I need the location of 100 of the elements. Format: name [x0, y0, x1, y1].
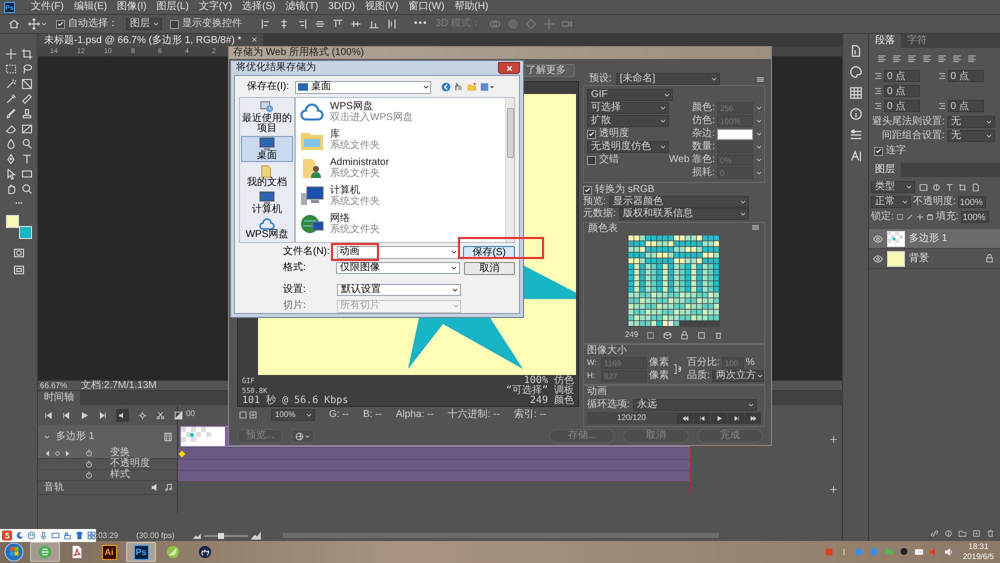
frame-icon[interactable] — [20, 78, 32, 90]
view-menu-icon[interactable] — [480, 82, 494, 92]
filename-field[interactable]: 动画 — [336, 246, 460, 258]
file-item[interactable]: 库 系统文件夹 — [299, 126, 505, 154]
toggle-icon[interactable] — [239, 411, 247, 419]
align-icon[interactable] — [278, 18, 290, 30]
align-icon[interactable] — [332, 18, 344, 30]
file-item[interactable]: 网络 系统文件夹 — [299, 210, 505, 238]
paragraph-align-icon[interactable] — [952, 54, 962, 64]
eye-icon[interactable] — [873, 234, 883, 244]
zoom-icon[interactable] — [20, 183, 32, 195]
up-folder-icon[interactable] — [454, 82, 464, 92]
layer-row[interactable]: 多边形 1 — [869, 229, 1000, 249]
screen-mode-icon[interactable] — [12, 264, 24, 276]
filter-dropdown[interactable]: 类型 — [871, 181, 915, 193]
background-color-swatch[interactable] — [18, 226, 32, 239]
file-item[interactable]: WPS网盘 双击进入WPS网盘 — [299, 98, 505, 126]
new-layer-icon[interactable] — [972, 529, 981, 538]
property-row[interactable]: 变换 — [38, 448, 177, 459]
menu-item[interactable]: 帮助(H) — [450, 1, 492, 13]
matte-color-swatch[interactable] — [716, 128, 753, 140]
grid-icon[interactable] — [848, 86, 862, 100]
menu-item[interactable]: 3D(D) — [324, 1, 359, 13]
align-icon[interactable] — [296, 18, 308, 30]
gradient-icon[interactable] — [20, 123, 32, 135]
move-icon[interactable] — [4, 48, 16, 60]
location-dropdown[interactable]: 桌面 — [295, 80, 431, 94]
adjustment-layer-icon[interactable] — [944, 529, 953, 538]
more-options[interactable]: ••• — [414, 18, 428, 30]
start-button[interactable] — [4, 542, 24, 562]
first-frame-button[interactable] — [677, 412, 693, 424]
ime-tool-icon[interactable] — [27, 531, 36, 540]
next-frame-icon[interactable] — [98, 410, 107, 420]
pointer-icon[interactable] — [4, 168, 16, 180]
lock-option-icon[interactable] — [926, 213, 934, 221]
place-item[interactable]: WPS网盘 — [241, 217, 293, 241]
stamp-icon[interactable] — [20, 108, 32, 120]
kinsoku-dropdown[interactable]: 无 — [946, 116, 995, 128]
paragraph-align-icon[interactable] — [907, 54, 917, 64]
ime-tool-icon[interactable] — [39, 531, 48, 540]
trash-icon[interactable] — [986, 529, 995, 538]
menu-item[interactable]: 文件(F) — [27, 1, 68, 13]
indent-field[interactable]: 0 点 — [884, 85, 920, 97]
info-icon[interactable] — [848, 107, 862, 121]
loop-dropdown[interactable]: 永远 — [632, 399, 757, 411]
property-row[interactable]: 样式 — [38, 470, 177, 481]
layer-filter-icon[interactable] — [932, 182, 941, 192]
align-icon[interactable] — [350, 18, 362, 30]
browser-dropdown[interactable] — [291, 429, 316, 443]
ime-tool-icon[interactable] — [51, 531, 60, 540]
stopwatch-icon[interactable] — [85, 471, 93, 479]
indent-field[interactable]: 0 点 — [948, 70, 984, 82]
indent-field[interactable]: 0 点 — [948, 100, 984, 112]
panel-tab[interactable]: 图层 — [869, 163, 901, 177]
document-tab[interactable]: 未标题-1.psd @ 66.7% (多边形 1, RGB/8#) * × — [38, 34, 264, 47]
new-color-icon[interactable] — [697, 330, 706, 340]
tray-icon[interactable] — [914, 547, 924, 557]
layer-filter-icon[interactable] — [919, 182, 928, 192]
taskbar-button[interactable]: Ps — [126, 542, 156, 562]
type-tool-icon[interactable] — [20, 153, 32, 165]
close-button[interactable] — [498, 62, 520, 74]
plus-icon[interactable] — [829, 435, 838, 444]
drop-icon[interactable] — [4, 138, 16, 150]
next-frame-button[interactable] — [728, 412, 744, 424]
menu-item[interactable]: 编辑(E) — [70, 1, 112, 13]
cube-icon[interactable] — [663, 330, 672, 340]
folder-icon[interactable] — [958, 529, 967, 538]
quick-mask-icon[interactable] — [12, 247, 24, 259]
foreground-color-swatch[interactable] — [6, 215, 18, 228]
zoom-dropdown[interactable]: 100% — [271, 409, 315, 421]
previous-frame-icon[interactable] — [62, 410, 71, 420]
paragraph-align-icon[interactable] — [967, 54, 977, 64]
file-item[interactable]: 计算机 系统文件夹 — [299, 182, 505, 210]
ime-tool-icon[interactable] — [63, 531, 72, 540]
close-tab-button[interactable]: × — [251, 34, 258, 46]
layer-dropdown[interactable]: 图层 — [126, 18, 162, 30]
gear-icon[interactable] — [138, 410, 147, 420]
reduction-dropdown[interactable]: 可选择 — [587, 102, 669, 114]
format-dropdown[interactable]: 仅限图像 — [336, 262, 460, 274]
film-icon[interactable] — [163, 432, 173, 442]
place-item[interactable]: 最近使用的项目 — [241, 99, 293, 135]
back-icon[interactable] — [441, 82, 451, 92]
audio-toggle-button[interactable] — [116, 408, 129, 422]
keyframe-track[interactable] — [178, 470, 690, 481]
menu-item[interactable]: 滤镜(T) — [282, 1, 322, 13]
checkbox[interactable] — [587, 130, 596, 138]
menu-item[interactable]: 选择(S) — [238, 1, 280, 13]
tray-icon[interactable] — [944, 547, 954, 557]
dodge-icon[interactable] — [20, 138, 32, 150]
ime-logo-icon[interactable] — [2, 530, 12, 541]
checkbox[interactable] — [583, 186, 592, 194]
ime-tool-icon[interactable] — [75, 531, 84, 540]
menu-item[interactable]: 图层(L) — [152, 1, 193, 13]
toggle-icon[interactable] — [249, 411, 257, 419]
quality-dropdown[interactable]: 两次立方 — [712, 370, 764, 382]
dither-dropdown[interactable]: 扩散 — [587, 115, 669, 127]
ime-tool-icon[interactable] — [87, 531, 96, 540]
menu-item[interactable]: 窗口(W) — [404, 1, 448, 13]
blend-mode-dropdown[interactable]: 正常 — [871, 196, 911, 208]
move-icon[interactable] — [28, 18, 40, 30]
